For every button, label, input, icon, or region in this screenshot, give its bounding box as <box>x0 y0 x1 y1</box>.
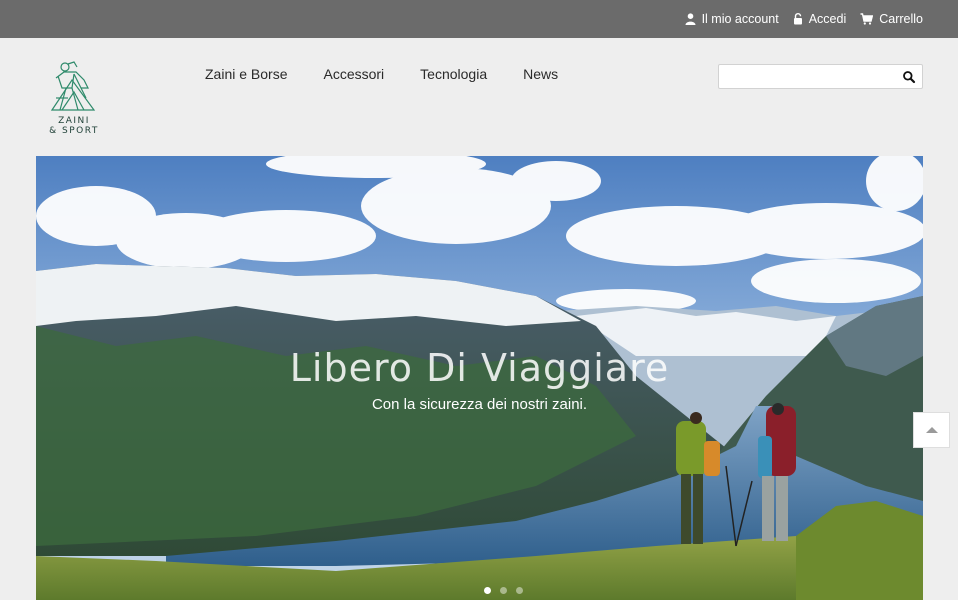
hero-title: Libero Di Viaggiare <box>289 346 670 390</box>
caret-up-icon <box>926 427 938 433</box>
site-logo[interactable]: ZAINI & SPORT <box>48 58 100 138</box>
login-label: Accedi <box>808 12 847 26</box>
logo-text: ZAINI & SPORT <box>48 116 100 136</box>
nav-item-accessori[interactable]: Accessori <box>323 66 384 82</box>
hiker-logo-icon <box>50 61 96 111</box>
nav-item-tecnologia[interactable]: Tecnologia <box>420 66 487 82</box>
search-box <box>718 64 923 89</box>
nav-item-news[interactable]: News <box>523 66 558 82</box>
nav-item-zaini-e-borse[interactable]: Zaini e Borse <box>205 66 287 82</box>
slider-dots <box>484 587 523 594</box>
slider-dot-1[interactable] <box>484 587 491 594</box>
top-bar: Il mio account Accedi Carrello <box>0 0 958 38</box>
slider-dot-2[interactable] <box>500 587 507 594</box>
cart-link[interactable]: Carrello <box>860 12 923 26</box>
account-link[interactable]: Il mio account <box>685 12 779 26</box>
cart-label: Carrello <box>879 12 923 26</box>
top-links: Il mio account Accedi Carrello <box>685 0 923 38</box>
scroll-top-button[interactable] <box>913 412 950 448</box>
logo-line-1: ZAINI <box>58 116 90 126</box>
logo-line-2: & SPORT <box>49 126 99 136</box>
main-nav: Zaini e Borse Accessori Tecnologia News <box>205 66 558 82</box>
slider-dot-3[interactable] <box>516 587 523 594</box>
account-label: Il mio account <box>701 12 779 26</box>
hero-subtitle: Con la sicurezza dei nostri zaini. <box>371 396 588 413</box>
cart-icon <box>860 13 874 25</box>
hero-slider: Libero Di Viaggiare Con la sicurezza dei… <box>36 156 923 600</box>
search-input[interactable] <box>725 68 895 86</box>
login-link[interactable]: Accedi <box>793 12 847 26</box>
lock-icon <box>793 13 802 25</box>
search-icon[interactable] <box>902 70 916 84</box>
user-icon <box>685 13 696 25</box>
